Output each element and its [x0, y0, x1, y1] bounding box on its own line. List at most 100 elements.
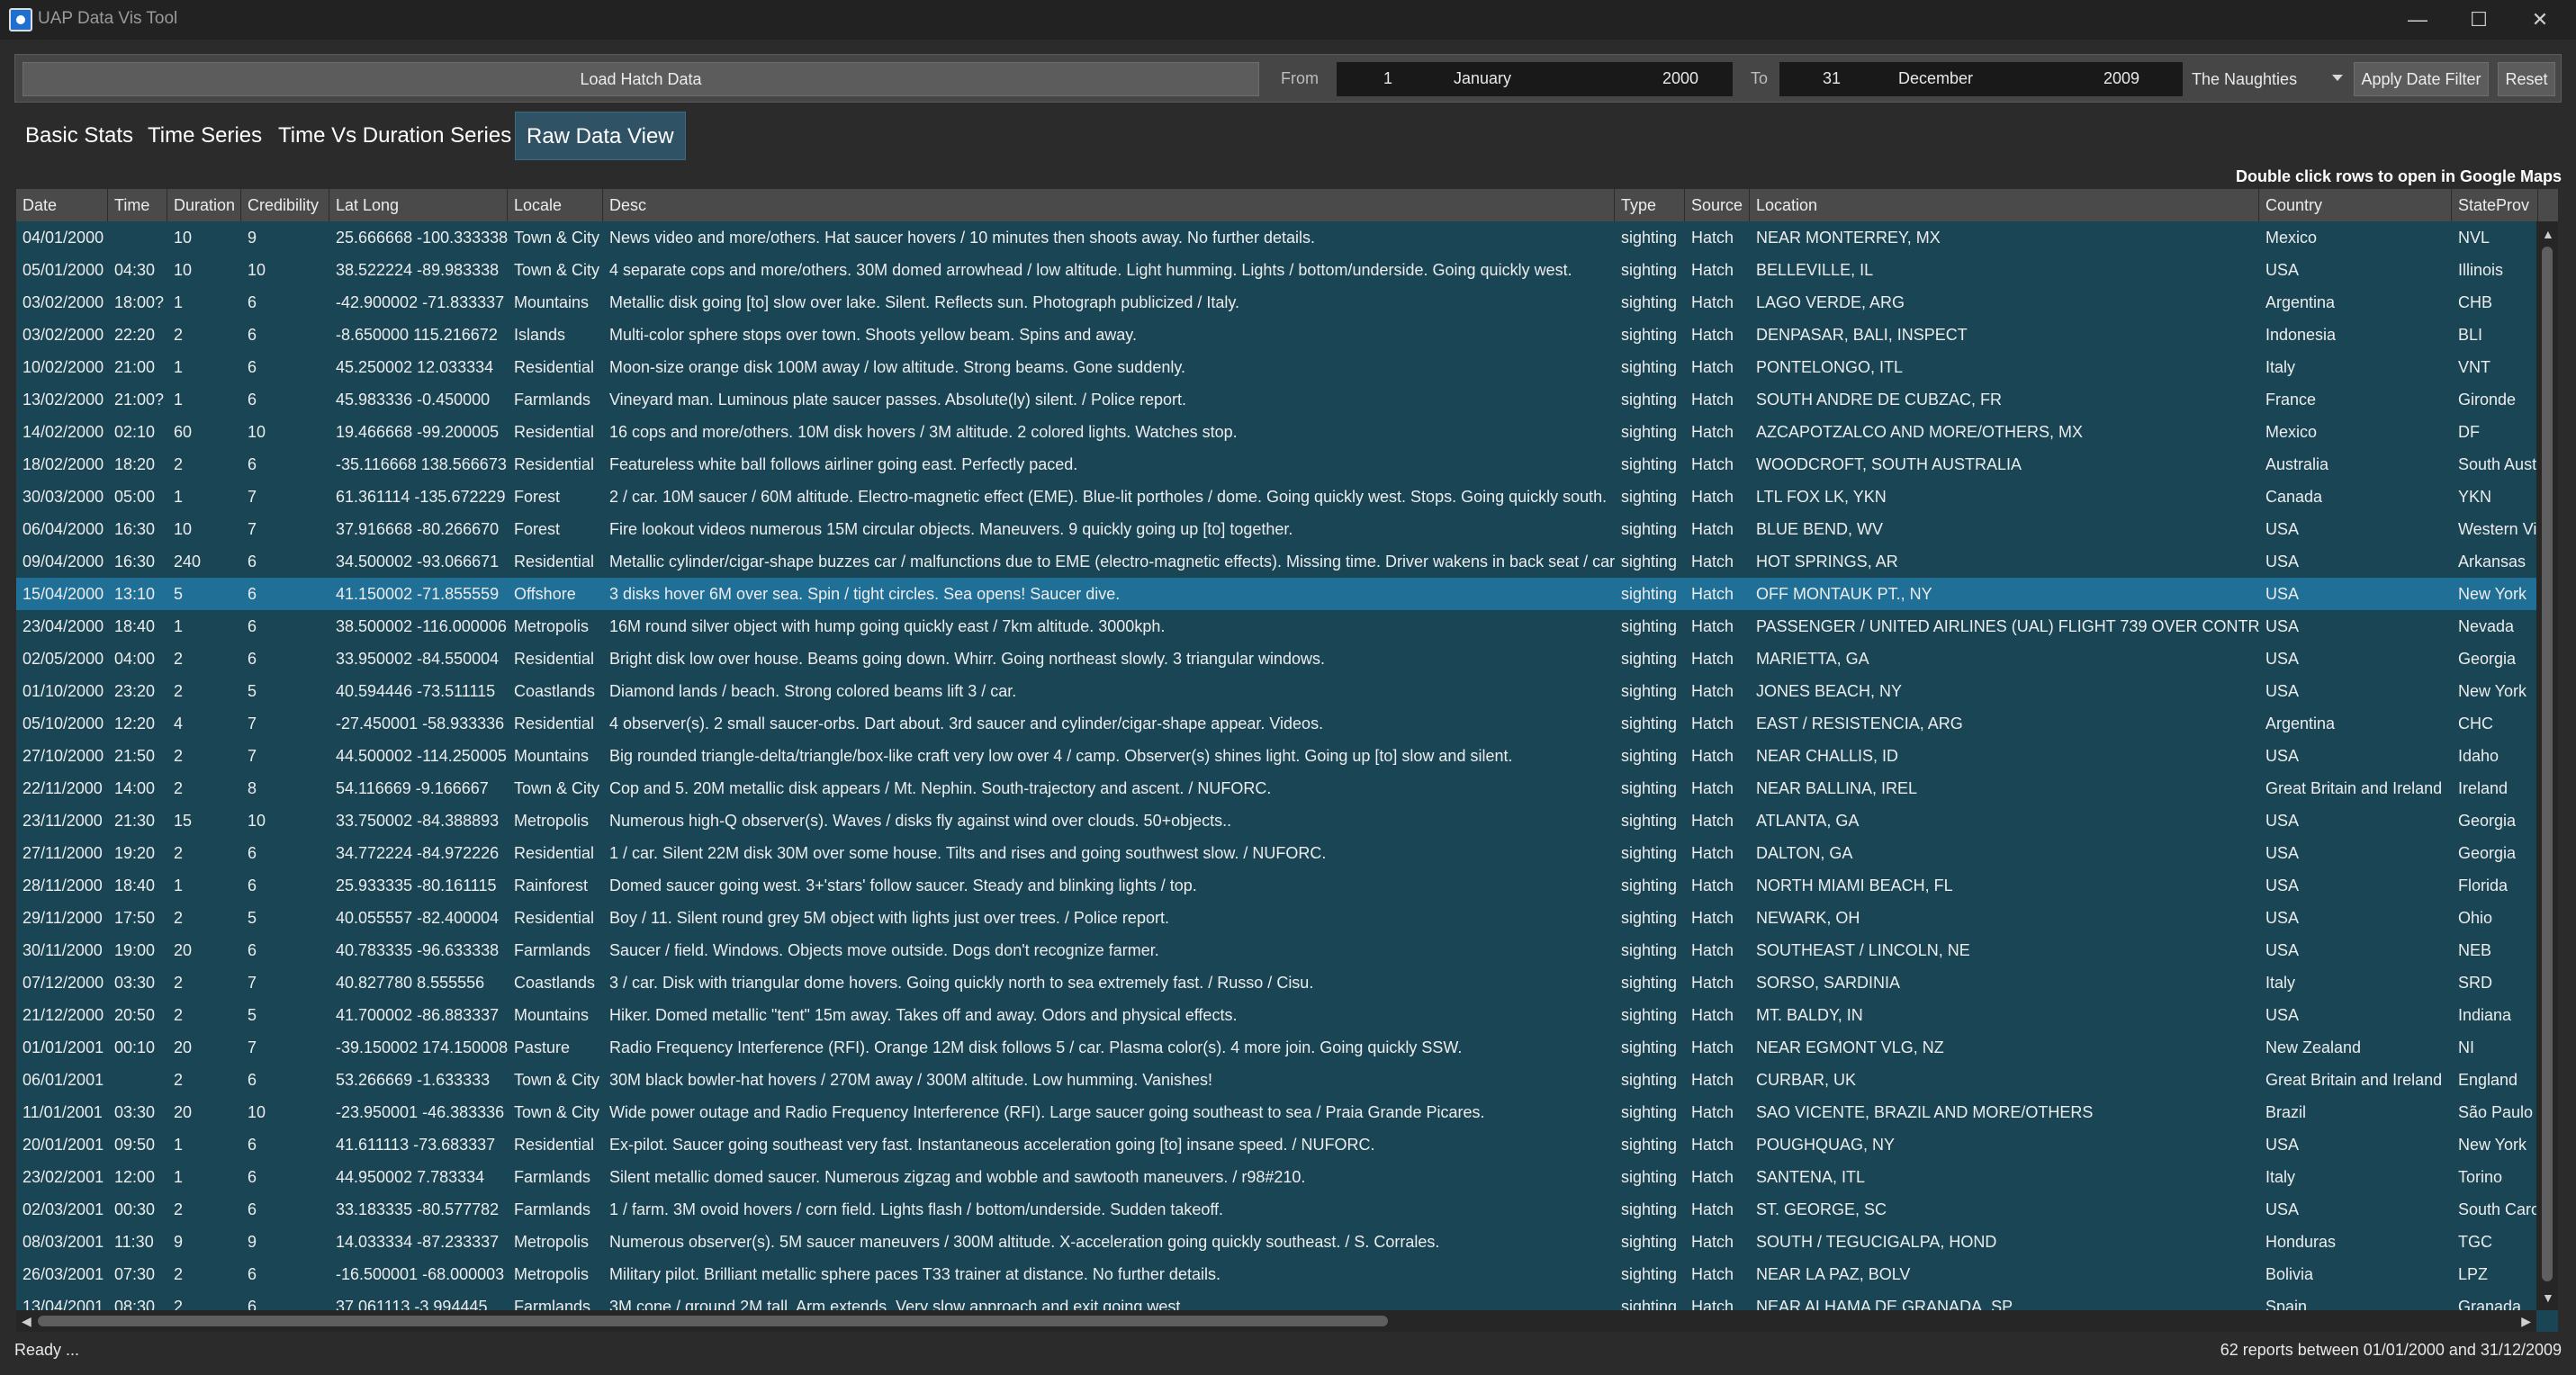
- cell-location: EAST / RESISTENCIA, ARG: [1756, 714, 1963, 732]
- table-row[interactable]: 06/04/2000 16:30 10 7 37.916668 -80.266670 Fo…: [16, 513, 2536, 545]
- table-row[interactable]: 08/03/2001 11:30 9 9 14.033334 -87.233337 Met…: [16, 1226, 2536, 1258]
- column-header-type[interactable]: Type: [1615, 189, 1685, 221]
- cell-type: sighting: [1621, 1136, 1678, 1154]
- cell-type: sighting: [1621, 1298, 1678, 1310]
- cell-time: 05:00: [114, 488, 156, 506]
- table-row[interactable]: 02/03/2001 00:30 2 6 33.183335 -80.577782 Far…: [16, 1193, 2536, 1226]
- scroll-left-icon[interactable]: ◀: [22, 1314, 32, 1329]
- cell-date: 30/03/2000: [23, 488, 104, 506]
- table-row[interactable]: 20/01/2001 09:50 1 6 41.611113 -73.683337 Res…: [16, 1128, 2536, 1161]
- column-header-credibility[interactable]: Credibility: [241, 189, 329, 221]
- cell-duration: 4: [174, 714, 184, 732]
- scroll-right-icon[interactable]: ▶: [2521, 1314, 2531, 1329]
- cell-duration: 1: [174, 617, 184, 635]
- cell-source: Hatch: [1691, 1168, 1734, 1186]
- cell-duration: 2: [174, 455, 184, 473]
- horizontal-scroll-thumb[interactable]: [38, 1316, 1388, 1326]
- table-row[interactable]: 23/11/2000 21:30 15 10 33.750002 -84.388893 M…: [16, 804, 2536, 837]
- table-row[interactable]: 13/02/2000 21:00? 1 6 45.983336 -0.450000 Far…: [16, 383, 2536, 416]
- table-row[interactable]: 01/10/2000 23:20 2 5 40.594446 -73.511115 Coa…: [16, 675, 2536, 707]
- cell-location: BELLEVILLE, IL: [1756, 261, 1874, 279]
- tab-time-vs-duration-series[interactable]: Time Vs Duration Series: [278, 112, 511, 160]
- cell-time: 12:00: [114, 1168, 156, 1186]
- table-row[interactable]: 22/11/2000 14:00 2 8 54.116669 -9.166667 Town…: [16, 772, 2536, 804]
- table-row[interactable]: 04/01/2000 10 9 25.666668 -100.333338 Town &…: [16, 221, 2536, 254]
- tab-raw-data-view[interactable]: Raw Data View: [515, 112, 686, 160]
- preset-dropdown[interactable]: The Naughties: [2184, 62, 2361, 96]
- table-row[interactable]: 28/11/2000 18:40 1 6 25.933335 -80.161115 Rai…: [16, 869, 2536, 902]
- cell-lat-long: 40.055557 -82.400004: [336, 909, 500, 927]
- table-row[interactable]: 03/02/2000 18:00? 1 6 -42.900002 -71.833337 M…: [16, 286, 2536, 319]
- cell-location: AZCAPOTZALCO AND MORE/OTHERS, MX: [1756, 423, 2084, 441]
- column-header-location[interactable]: Location: [1750, 189, 2259, 221]
- vertical-scroll-thumb[interactable]: [2542, 247, 2553, 1281]
- table-row[interactable]: 13/04/2001 08:30 2 6 37.061113 -3.994445 Farm…: [16, 1290, 2536, 1310]
- table-row[interactable]: 23/02/2001 12:00 1 6 44.950002 7.783334 Farml…: [16, 1161, 2536, 1193]
- column-header-time[interactable]: Time: [108, 189, 167, 221]
- vertical-scrollbar[interactable]: ▲ ▼: [2536, 221, 2558, 1310]
- table-row[interactable]: 05/01/2000 04:30 10 10 38.522224 -89.983338 T…: [16, 254, 2536, 286]
- scroll-up-icon[interactable]: ▲: [2542, 227, 2554, 241]
- cell-stateprov: São Paulo: [2458, 1103, 2534, 1121]
- cell-date: 27/11/2000: [23, 844, 103, 862]
- tab-time-series[interactable]: Time Series: [148, 112, 262, 160]
- close-button[interactable]: ✕: [2504, 0, 2576, 40]
- table-row[interactable]: 27/10/2000 21:50 2 7 44.500002 -114.250005 Mo…: [16, 740, 2536, 772]
- column-header-stateprov[interactable]: StateProv: [2452, 189, 2538, 221]
- table-row[interactable]: 30/11/2000 19:00 20 6 40.783335 -96.633338 Fa…: [16, 934, 2536, 966]
- cell-country: Argentina: [2265, 714, 2336, 732]
- cell-credibility: 6: [248, 358, 257, 376]
- table-row[interactable]: 30/03/2000 05:00 1 7 61.361114 -135.672229 Fo…: [16, 481, 2536, 513]
- cell-country: Indonesia: [2265, 326, 2337, 344]
- from-date-input[interactable]: 1 January 2000: [1337, 62, 1733, 96]
- reset-button[interactable]: Reset: [2498, 62, 2555, 96]
- cell-source: Hatch: [1691, 1136, 1734, 1154]
- table-row[interactable]: 02/05/2000 04:00 2 6 33.950002 -84.550004 Res…: [16, 643, 2536, 675]
- scroll-down-icon[interactable]: ▼: [2542, 1290, 2554, 1305]
- table-row[interactable]: 29/11/2000 17:50 2 5 40.055557 -82.400004 Res…: [16, 902, 2536, 934]
- table-row[interactable]: 07/12/2000 03:30 2 7 40.827780 8.555556 Coast…: [16, 966, 2536, 999]
- table-row[interactable]: 09/04/2000 16:30 240 6 34.500002 -93.066671 R…: [16, 545, 2536, 578]
- horizontal-scrollbar[interactable]: ◀ ▶: [16, 1310, 2536, 1332]
- cell-type: sighting: [1621, 812, 1678, 830]
- column-header-date[interactable]: Date: [16, 189, 108, 221]
- cell-country: Argentina: [2265, 293, 2336, 311]
- cell-country: USA: [2265, 747, 2300, 765]
- table-row[interactable]: 10/02/2000 21:00 1 6 45.250002 12.033334 Resi…: [16, 351, 2536, 383]
- cell-time: 03:30: [114, 1103, 156, 1121]
- apply-date-filter-button[interactable]: Apply Date Filter: [2354, 62, 2489, 96]
- column-header-locale[interactable]: Locale: [508, 189, 603, 221]
- cell-time: 12:20: [114, 714, 156, 732]
- table-row[interactable]: 23/04/2000 18:40 1 6 38.500002 -116.000006 Me…: [16, 610, 2536, 643]
- to-date-input[interactable]: 31 December 2009: [1779, 62, 2183, 96]
- cell-stateprov: Indiana: [2458, 1006, 2512, 1024]
- table-row[interactable]: 18/02/2000 18:20 2 6 -35.116668 138.566673 Re…: [16, 448, 2536, 481]
- cell-time: 08:30: [114, 1298, 156, 1310]
- column-header-duration[interactable]: Duration: [167, 189, 241, 221]
- table-row[interactable]: 11/01/2001 03:30 20 10 -23.950001 -46.383336…: [16, 1096, 2536, 1128]
- table-row[interactable]: 01/01/2001 00:10 20 7 -39.150002 174.150008 P…: [16, 1031, 2536, 1064]
- load-hatch-data-button[interactable]: Load Hatch Data: [23, 62, 1259, 96]
- cell-desc: Fire lookout videos numerous 15M circula…: [609, 520, 1293, 538]
- column-header-country[interactable]: Country: [2259, 189, 2452, 221]
- cell-credibility: 6: [248, 1265, 257, 1283]
- table-row[interactable]: 14/02/2000 02:10 60 10 19.466668 -99.200005 R…: [16, 416, 2536, 448]
- table-row[interactable]: 03/02/2000 22:20 2 6 -8.650000 115.216672 Isl…: [16, 319, 2536, 351]
- table-row[interactable]: 15/04/2000 13:10 5 6 41.150002 -71.855559 Off…: [16, 578, 2536, 610]
- cell-stateprov: South Carolina: [2458, 1200, 2536, 1218]
- table-row[interactable]: 05/10/2000 12:20 4 7 -27.450001 -58.933336 Re…: [16, 707, 2536, 740]
- tab-basic-stats[interactable]: Basic Stats: [25, 112, 133, 160]
- cell-credibility: 7: [248, 520, 257, 538]
- cell-locale: Coastlands: [514, 682, 596, 700]
- cell-country: USA: [2265, 876, 2300, 894]
- table-row[interactable]: 27/11/2000 19:20 2 6 34.772224 -84.972226 Res…: [16, 837, 2536, 869]
- cell-duration: 5: [174, 585, 184, 603]
- column-header-source[interactable]: Source: [1685, 189, 1750, 221]
- column-header-desc[interactable]: Desc: [603, 189, 1615, 221]
- cell-lat-long: 14.033334 -87.233337: [336, 1233, 500, 1251]
- table-row[interactable]: 06/01/2001 2 6 53.266669 -1.633333 Town & Ci…: [16, 1064, 2536, 1096]
- cell-location: SOUTH ANDRE DE CUBZAC, FR: [1756, 391, 2003, 409]
- column-header-lat-long[interactable]: Lat Long: [329, 189, 508, 221]
- table-row[interactable]: 26/03/2001 07:30 2 6 -16.500001 -68.000003 Me…: [16, 1258, 2536, 1290]
- table-row[interactable]: 21/12/2000 20:50 2 5 41.700002 -86.883337 Mou…: [16, 999, 2536, 1031]
